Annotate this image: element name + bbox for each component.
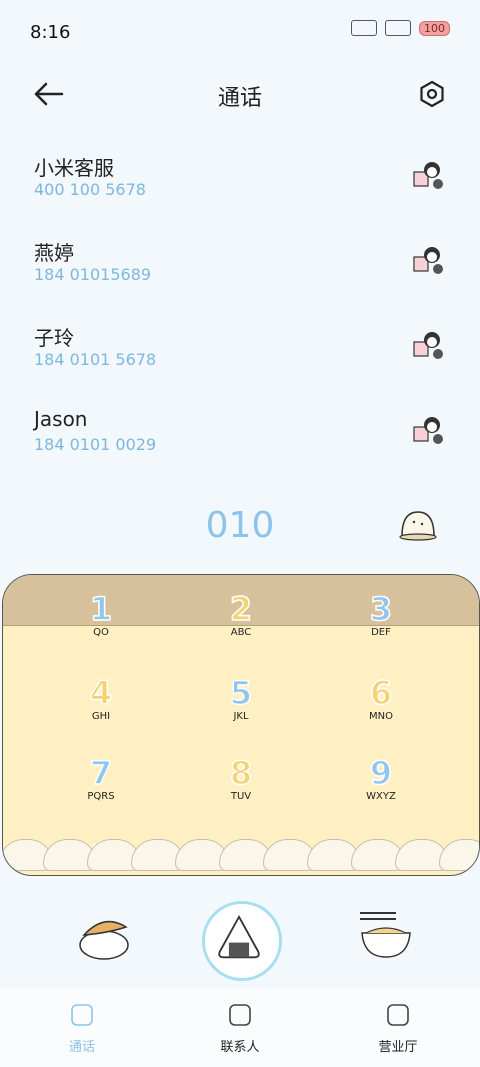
phone-icon [71, 1004, 93, 1026]
key-letters: ABC [230, 627, 252, 638]
key-2[interactable]: 2 ABC [171, 590, 311, 661]
contact-name: 子玲 [34, 326, 74, 350]
key-letters: PQRS [87, 791, 115, 802]
contact-row[interactable]: 子玲 184 0101 5678 [0, 322, 480, 407]
contact-number: 184 01015689 [34, 265, 152, 284]
key-6[interactable]: 6 MNO [311, 674, 451, 745]
contact-name: 燕婷 [34, 241, 74, 265]
key-4[interactable]: 4 GHI [31, 674, 171, 745]
nav-label: 营业厅 [378, 1040, 418, 1055]
key-3[interactable]: 3 DEF [311, 590, 451, 661]
key-digit: 7 [89, 754, 113, 792]
contacts-icon [229, 1004, 251, 1026]
key-letters: MNO [369, 711, 393, 722]
key-letters: JKL [233, 711, 249, 722]
shrimp-sushi-icon[interactable] [74, 905, 134, 965]
dumpling-decoration [3, 839, 479, 875]
onigiri-icon [218, 914, 260, 959]
bottom-nav: 通话 联系人 营业厅 [0, 988, 480, 1067]
key-letters: QO [93, 627, 109, 638]
key-digit: 8 [229, 754, 253, 792]
signal-icon [351, 20, 377, 36]
key-letters: WXYZ [366, 791, 396, 802]
key-5[interactable]: 5 JKL [171, 674, 311, 745]
avatar-icon[interactable] [412, 158, 446, 192]
contact-row[interactable]: 小米客服 400 100 5678 [0, 152, 480, 237]
key-digit: 4 [89, 674, 113, 712]
dumpling [439, 839, 479, 871]
contact-name: 小米客服 [34, 156, 114, 180]
key-letters: TUV [230, 791, 252, 802]
key-9[interactable]: 9 WXYZ [311, 754, 451, 825]
key-digit: 3 [369, 590, 393, 628]
contact-row[interactable]: Jason 184 0101 0029 [0, 407, 480, 492]
key-digit: 2 [229, 590, 253, 628]
avatar-icon[interactable] [412, 413, 446, 447]
nav-label: 联系人 [220, 1040, 260, 1055]
key-7[interactable]: 7 PQRS [31, 754, 171, 825]
wifi-icon [385, 20, 411, 36]
nav-item-0[interactable]: 通话 [22, 988, 142, 1067]
contact-number: 184 0101 0029 [34, 435, 157, 454]
key-8[interactable]: 8 TUV [171, 754, 311, 825]
delete-icon[interactable] [398, 506, 438, 542]
avatar-icon[interactable] [412, 243, 446, 277]
contact-number: 184 0101 5678 [34, 350, 157, 369]
status-icons: 100 [351, 20, 450, 36]
keypad: 1QO2ABC3DEF4GHI5JKL6MNO7PQRS8TUV9WXYZ*0+… [2, 574, 480, 876]
contact-name: Jason [34, 407, 88, 431]
key-letters: GHI [91, 711, 111, 722]
call-button[interactable] [202, 901, 282, 981]
contact-row[interactable]: 燕婷 184 01015689 [0, 237, 480, 322]
ramen-bowl-icon[interactable] [356, 905, 416, 965]
battery-level: 100 [419, 20, 450, 36]
store-icon [387, 1004, 409, 1026]
page-title: 通话 [217, 86, 262, 111]
nav-item-1[interactable]: 联系人 [180, 988, 300, 1067]
nav-item-2[interactable]: 营业厅 [338, 988, 458, 1067]
key-digit: 6 [369, 674, 393, 712]
contact-number: 400 100 5678 [34, 180, 146, 199]
settings-icon[interactable] [418, 80, 446, 108]
key-digit: 9 [369, 754, 393, 792]
avatar-icon[interactable] [412, 328, 446, 362]
status-time: 8:16 [30, 22, 71, 43]
key-digit: 1 [89, 590, 113, 628]
nav-label: 通话 [68, 1040, 95, 1055]
key-1[interactable]: 1 QO [31, 590, 171, 661]
key-letters: DEF [371, 627, 391, 638]
key-digit: 5 [229, 674, 253, 712]
